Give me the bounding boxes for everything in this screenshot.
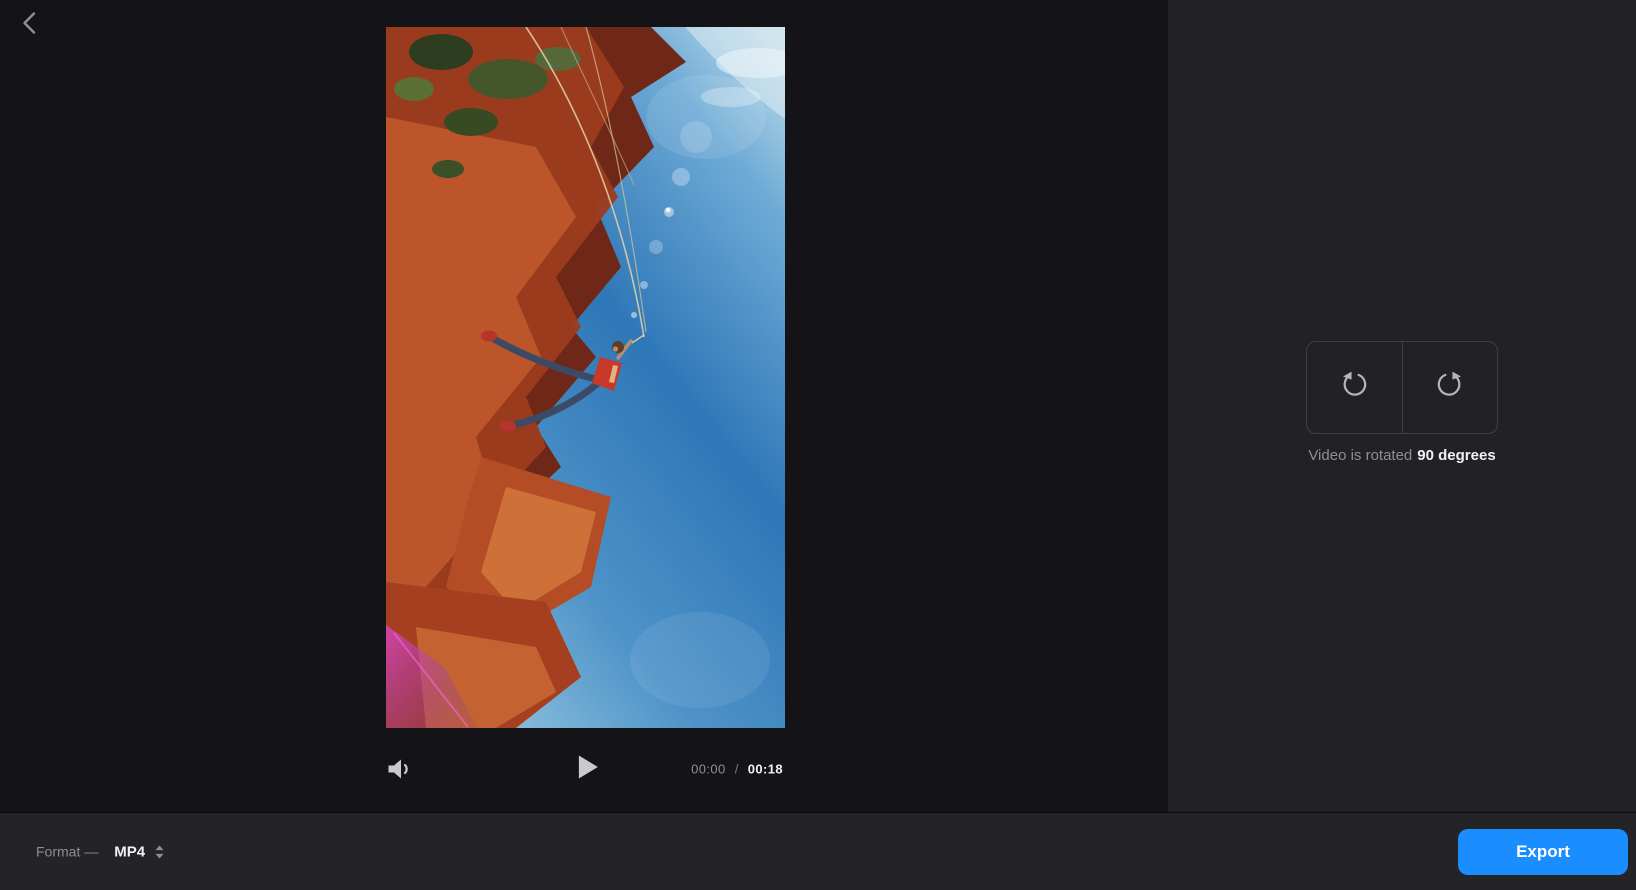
time-display: 00:00 / 00:18 bbox=[691, 762, 783, 777]
player-controls: 00:00 / 00:18 bbox=[386, 750, 785, 788]
format-value: MP4 bbox=[114, 843, 145, 860]
rotation-panel: Video is rotated 90 degrees bbox=[1168, 0, 1636, 812]
back-button[interactable] bbox=[14, 10, 44, 40]
video-preview[interactable] bbox=[386, 27, 785, 728]
footer-bar: Format — MP4 Export bbox=[0, 812, 1636, 890]
format-label: Format — bbox=[36, 844, 98, 860]
video-frame-art bbox=[386, 27, 785, 728]
export-button[interactable]: Export bbox=[1458, 829, 1628, 875]
volume-icon bbox=[386, 768, 413, 785]
rotate-ccw-icon bbox=[1335, 366, 1373, 409]
total-duration: 00:18 bbox=[748, 762, 783, 777]
export-button-label: Export bbox=[1516, 842, 1570, 862]
preview-canvas: 00:00 / 00:18 bbox=[0, 0, 1168, 812]
play-icon bbox=[576, 767, 598, 784]
rotation-status-value: 90 degrees bbox=[1417, 447, 1495, 464]
chevron-left-icon bbox=[21, 11, 37, 40]
rotate-button-group bbox=[1306, 341, 1498, 434]
rotate-cw-icon bbox=[1431, 366, 1469, 409]
current-time: 00:00 bbox=[691, 762, 726, 777]
volume-button[interactable] bbox=[386, 757, 414, 781]
rotation-status-text: Video is rotated 90 degrees bbox=[1168, 447, 1636, 464]
format-select[interactable]: Format — MP4 bbox=[36, 843, 165, 860]
rotation-status-prefix: Video is rotated bbox=[1308, 447, 1412, 464]
play-button[interactable] bbox=[576, 754, 600, 780]
up-down-stepper-icon bbox=[154, 844, 165, 859]
rotate-clockwise-button[interactable] bbox=[1402, 342, 1498, 433]
rotate-counterclockwise-button[interactable] bbox=[1307, 342, 1402, 433]
time-separator: / bbox=[735, 762, 739, 777]
